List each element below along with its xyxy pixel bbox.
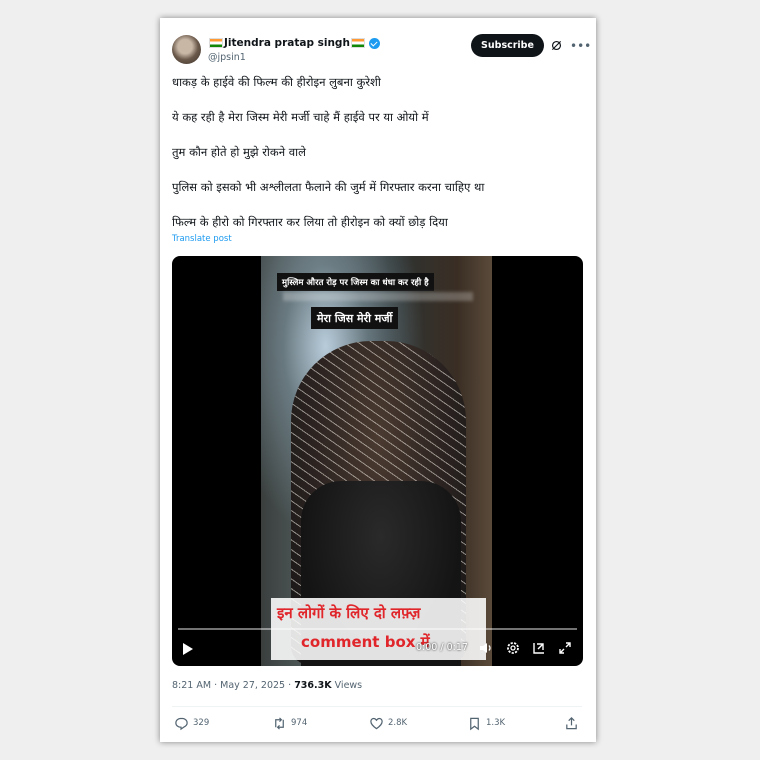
post-text-line: तुम कौन होते हो मुझे रोकने वाले xyxy=(172,145,306,159)
india-flag-icon xyxy=(350,38,365,48)
post-text-line: पुलिस को इसको भी अश्लीलता फैलाने की जुर्… xyxy=(172,180,485,194)
share-button[interactable] xyxy=(564,715,579,731)
post-text-line: फिल्म के हीरो को गिरफ्तार कर लिया तो हीर… xyxy=(172,215,448,229)
bookmark-count: 1.3K xyxy=(486,718,506,728)
picture-in-picture-icon[interactable] xyxy=(531,640,547,656)
post-text-line: धाकड़ के हाईवे की फिल्म की हीरोइन लुबना … xyxy=(172,75,381,89)
avatar[interactable] xyxy=(172,35,201,64)
translate-post-link[interactable]: Translate post xyxy=(172,234,232,244)
heart-icon xyxy=(370,717,383,729)
verified-badge-icon xyxy=(368,37,380,49)
video-player[interactable]: मुस्लिम औरत रोड़ पर जिस्म का धंधा कर रही… xyxy=(172,256,583,666)
fullscreen-icon[interactable] xyxy=(557,640,573,656)
subscribe-button[interactable]: Subscribe xyxy=(471,34,544,57)
author-display-name[interactable]: Jitendra pratap singh xyxy=(224,37,350,49)
author-handle[interactable]: @jpsin1 xyxy=(208,52,246,63)
india-flag-icon xyxy=(209,38,223,48)
author-name-row[interactable]: Jitendra pratap singh xyxy=(208,35,380,51)
reply-button[interactable]: 329 xyxy=(174,715,209,731)
video-bottom-caption-line2: comment box में xyxy=(301,633,430,651)
views-label: Views xyxy=(334,680,363,691)
tweet-card: Jitendra pratap singh @jpsin1 Subscribe … xyxy=(160,18,596,742)
grok-icon[interactable] xyxy=(551,40,562,51)
video-caption-top: मुस्लिम औरत रोड़ पर जिस्म का धंधा कर रही… xyxy=(277,273,434,291)
play-icon[interactable] xyxy=(183,643,193,655)
video-frame: मुस्लिम औरत रोड़ पर जिस्म का धंधा कर रही… xyxy=(261,256,492,666)
like-count: 2.8K xyxy=(388,718,408,728)
video-time: 0:00 / 0:17 xyxy=(416,642,468,653)
share-icon xyxy=(566,716,577,729)
video-bottom-caption-line1: इन लोगों के लिए दो लफ़्ज़ xyxy=(277,604,421,622)
settings-gear-icon[interactable] xyxy=(505,640,521,656)
volume-icon[interactable] xyxy=(478,640,494,656)
reply-icon xyxy=(175,717,188,730)
bookmark-icon xyxy=(470,717,479,730)
repost-count: 974 xyxy=(291,718,308,728)
post-time[interactable]: 8:21 AM xyxy=(172,680,211,691)
bookmark-button[interactable]: 1.3K xyxy=(467,715,505,731)
video-progress-bar[interactable] xyxy=(178,628,577,630)
video-caption-blurred xyxy=(283,292,473,301)
post-text-line: ये कह रही है मेरा जिस्म मेरी मर्जी चाहे … xyxy=(172,110,429,124)
repost-button[interactable]: 974 xyxy=(272,715,307,731)
post-date[interactable]: May 27, 2025 xyxy=(220,680,285,691)
video-caption-main: मेरा जिस मेरी मर्जी xyxy=(311,307,399,329)
post-meta: 8:21 AM · May 27, 2025 · 736.3K Views xyxy=(172,680,362,691)
more-options-icon[interactable]: ••• xyxy=(570,40,591,52)
divider xyxy=(172,706,582,707)
repost-icon xyxy=(275,716,284,730)
reply-count: 329 xyxy=(193,718,210,728)
like-button[interactable]: 2.8K xyxy=(369,715,407,731)
views-count: 736.3K xyxy=(294,680,332,691)
